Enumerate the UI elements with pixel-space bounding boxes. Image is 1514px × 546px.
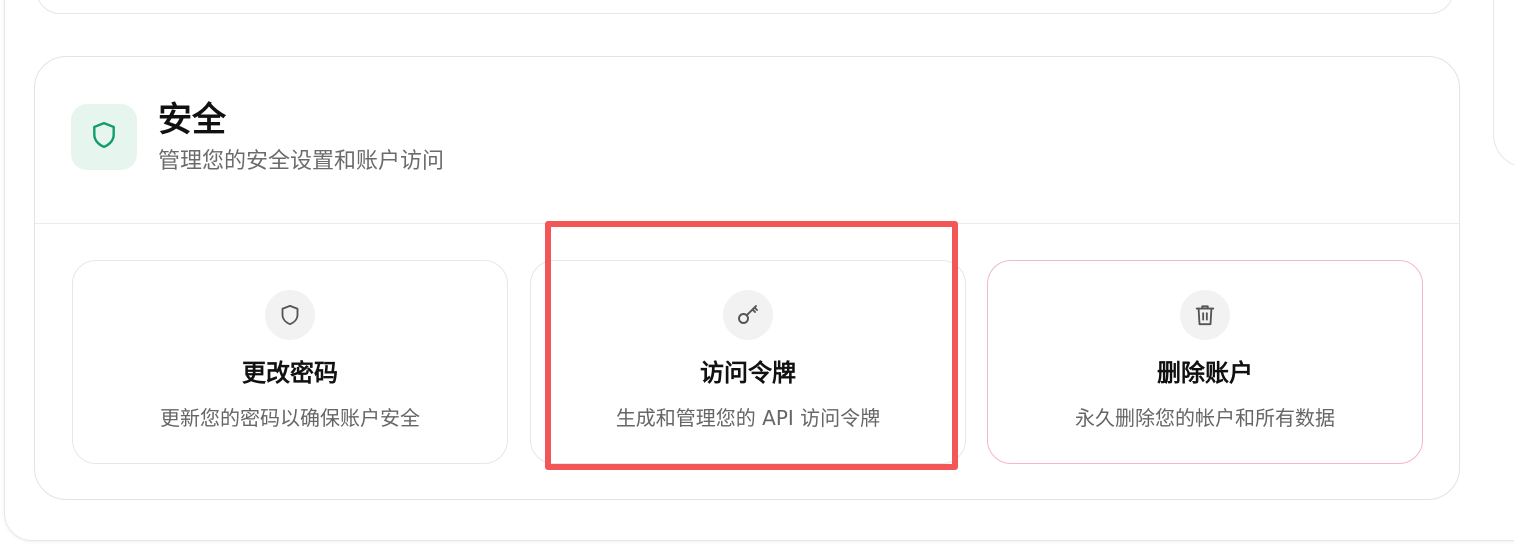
trash-icon	[1180, 290, 1230, 340]
security-section-header: 安全 管理您的安全设置和账户访问	[35, 57, 1459, 224]
access-token-description: 生成和管理您的 API 访问令牌	[615, 406, 881, 430]
change-password-description: 更新您的密码以确保账户安全	[160, 406, 420, 430]
side-card	[1493, 0, 1514, 168]
access-token-title: 访问令牌	[700, 359, 796, 387]
delete-account-card[interactable]: 删除账户 永久删除您的帐户和所有数据	[987, 260, 1423, 464]
security-section-card: 安全 管理您的安全设置和账户访问 更改密码 更新您的密码以确保账户安全 访问令牌…	[34, 56, 1460, 500]
previous-section-card	[36, 0, 1454, 14]
shield-icon	[265, 290, 315, 340]
access-token-card[interactable]: 访问令牌 生成和管理您的 API 访问令牌	[530, 260, 966, 464]
shield-icon	[91, 121, 117, 153]
security-subtitle: 管理您的安全设置和账户访问	[158, 149, 445, 174]
delete-account-description: 永久删除您的帐户和所有数据	[1075, 406, 1335, 430]
delete-account-title: 删除账户	[1157, 359, 1253, 387]
key-icon	[723, 290, 773, 340]
security-title: 安全	[158, 100, 226, 140]
change-password-title: 更改密码	[242, 359, 338, 387]
change-password-card[interactable]: 更改密码 更新您的密码以确保账户安全	[72, 260, 508, 464]
security-icon-box	[71, 104, 137, 170]
